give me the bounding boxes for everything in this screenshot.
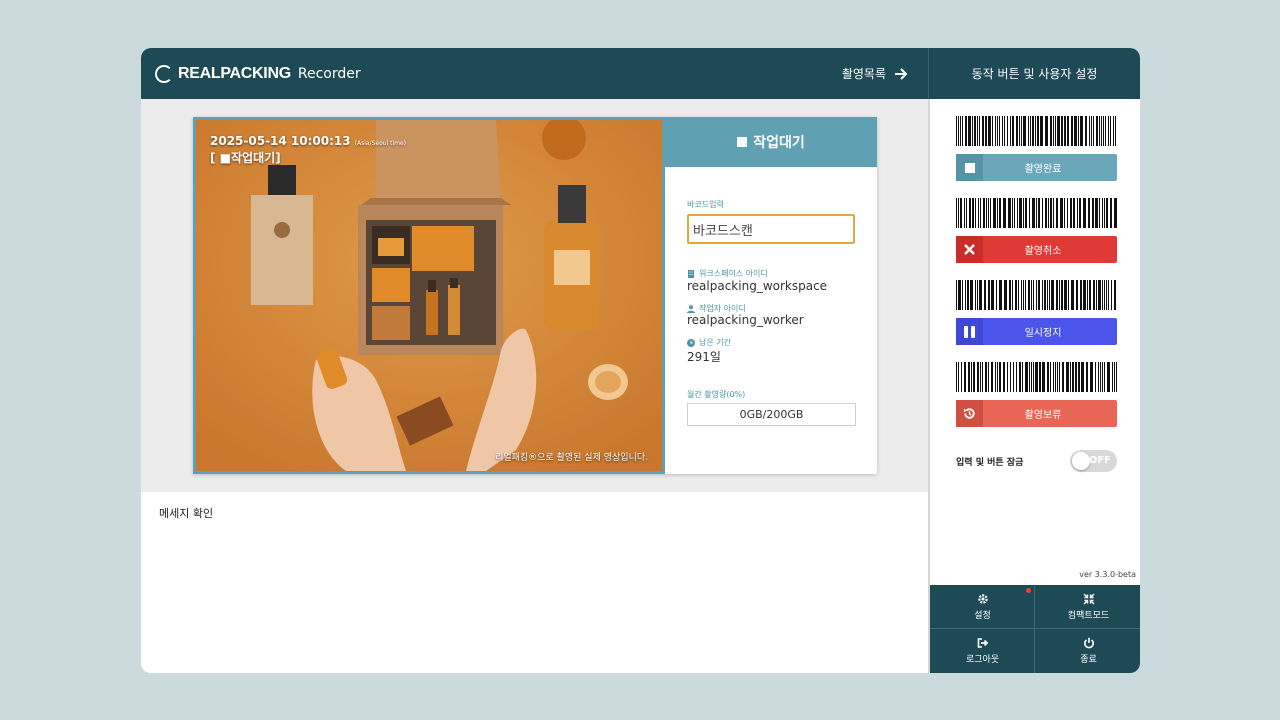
finish-recording-button[interactable]: 촬영완료 xyxy=(956,154,1117,181)
video-overlay-stamp: 2025-05-14 10:00:13 (Asia/Seoul time) [ ■… xyxy=(210,134,406,165)
hold-recording-label: 촬영보류 xyxy=(1024,410,1062,421)
cancel-recording-label: 촬영취소 xyxy=(1024,246,1062,257)
gear-icon xyxy=(977,594,988,604)
compact-mode-button[interactable]: 컴팩트모드 xyxy=(1036,585,1140,629)
video-datetime: 2025-05-14 10:00:13 xyxy=(210,134,351,148)
power-icon xyxy=(1083,637,1094,649)
usage-label: 월간 촬영량(0%) xyxy=(687,390,746,399)
arrow-right-icon xyxy=(895,67,908,80)
stop-square-icon xyxy=(737,137,748,147)
version-label: ver 3.3.0-beta xyxy=(1079,570,1136,579)
logout-icon xyxy=(977,638,988,648)
remaining-label: 남은 기간 xyxy=(699,338,731,347)
pause-recording-label: 일시정지 xyxy=(1024,328,1062,339)
video-timezone: (Asia/Seoul time) xyxy=(354,140,407,147)
logo-product: Recorder xyxy=(297,66,361,82)
barcode-input[interactable] xyxy=(687,214,855,244)
workspace-label-row: 워크스페이스 아이디 xyxy=(687,268,768,279)
barcode-label: 바코드입력 xyxy=(687,200,724,209)
compact-mode-label: 컴팩트모드 xyxy=(1067,611,1110,621)
usage-value-box: 0GB/200GB xyxy=(687,403,856,426)
video-caption: 리얼패킹®으로 촬영된 실제 영상입니다. xyxy=(495,453,648,463)
lock-toggle[interactable]: OFF xyxy=(1070,450,1117,472)
history-icon xyxy=(956,400,983,427)
camera-stage: 2025-05-14 10:00:13 (Asia/Seoul time) [ ■… xyxy=(141,99,928,492)
cancel-recording-button[interactable]: 촬영취소 xyxy=(956,236,1117,263)
right-panel-title: 동작 버튼 및 사용자 설정 xyxy=(928,48,1140,99)
status-bar: 작업대기 xyxy=(665,117,877,167)
exit-button[interactable]: 종료 xyxy=(1036,629,1140,673)
recording-list-label: 촬영목록 xyxy=(841,67,886,81)
recorder-app: REALPACKING Recorder 촬영목록 동작 버튼 및 사용자 설정 xyxy=(141,48,1140,673)
bottom-menu: 설정 컴팩트모드 로그아웃 종료 xyxy=(928,585,1140,673)
pause-recording-button[interactable]: 일시정지 xyxy=(956,318,1117,345)
settings-label: 설정 xyxy=(974,611,991,621)
status-label: 작업대기 xyxy=(753,135,805,151)
lock-label: 입력 및 버튼 잠금 xyxy=(956,457,1024,468)
worker-value: realpacking_worker xyxy=(687,313,804,327)
recording-card: 2025-05-14 10:00:13 (Asia/Seoul time) [ ■… xyxy=(193,117,877,474)
stop-icon xyxy=(956,154,983,181)
remaining-label-row: 남은 기간 xyxy=(687,337,731,348)
message-area: 메세지 확인 xyxy=(141,492,928,673)
logo-brand: REALPACKING xyxy=(178,65,291,82)
recording-info-panel: 작업대기 바코드입력 워크스페이스 아이디 realpacking_worksp… xyxy=(665,117,877,474)
toggle-state-label: OFF xyxy=(1088,455,1111,466)
pause-icon xyxy=(956,318,983,345)
workspace-label: 워크스페이스 아이디 xyxy=(699,269,768,278)
workspace-value: realpacking_workspace xyxy=(687,279,828,293)
finish-recording-label: 촬영완료 xyxy=(1024,164,1062,175)
lock-row: 입력 및 버튼 잠금 OFF xyxy=(956,450,1117,472)
barcode-cancel-image xyxy=(956,198,1117,228)
barcode-pause-image xyxy=(956,280,1116,310)
hold-recording-button[interactable]: 촬영보류 xyxy=(956,400,1117,427)
barcode-done-image xyxy=(956,116,1116,146)
user-icon xyxy=(687,304,695,313)
top-header: REALPACKING Recorder 촬영목록 xyxy=(141,48,928,99)
barcode-hold-image xyxy=(956,362,1117,392)
x-icon xyxy=(956,236,983,263)
logout-label: 로그아웃 xyxy=(965,655,1000,665)
remaining-value: 291일 xyxy=(687,350,721,364)
camera-preview: 2025-05-14 10:00:13 (Asia/Seoul time) [ ■… xyxy=(193,117,665,474)
logo-ring-icon xyxy=(155,65,173,83)
realpacking-logo: REALPACKING Recorder xyxy=(155,64,361,84)
message-title: 메세지 확인 xyxy=(159,507,214,520)
settings-notification-dot xyxy=(1026,588,1031,593)
clock-icon xyxy=(687,338,695,347)
usage-value: 0GB/200GB xyxy=(739,408,804,421)
recording-list-link[interactable]: 촬영목록 xyxy=(842,65,908,82)
logout-button[interactable]: 로그아웃 xyxy=(930,629,1035,673)
toggle-knob xyxy=(1072,452,1090,470)
action-panel: 촬영완료 촬영취소 일시정지 촬영보류 입력 및 버튼 잠금 OFF ver 3… xyxy=(928,99,1140,585)
exit-label: 종료 xyxy=(1080,655,1097,665)
product-scene-image xyxy=(196,120,662,471)
building-icon xyxy=(688,269,694,278)
video-state-tag: [ ■작업대기] xyxy=(210,151,281,165)
compress-icon xyxy=(1083,593,1094,605)
settings-button[interactable]: 설정 xyxy=(930,585,1035,629)
